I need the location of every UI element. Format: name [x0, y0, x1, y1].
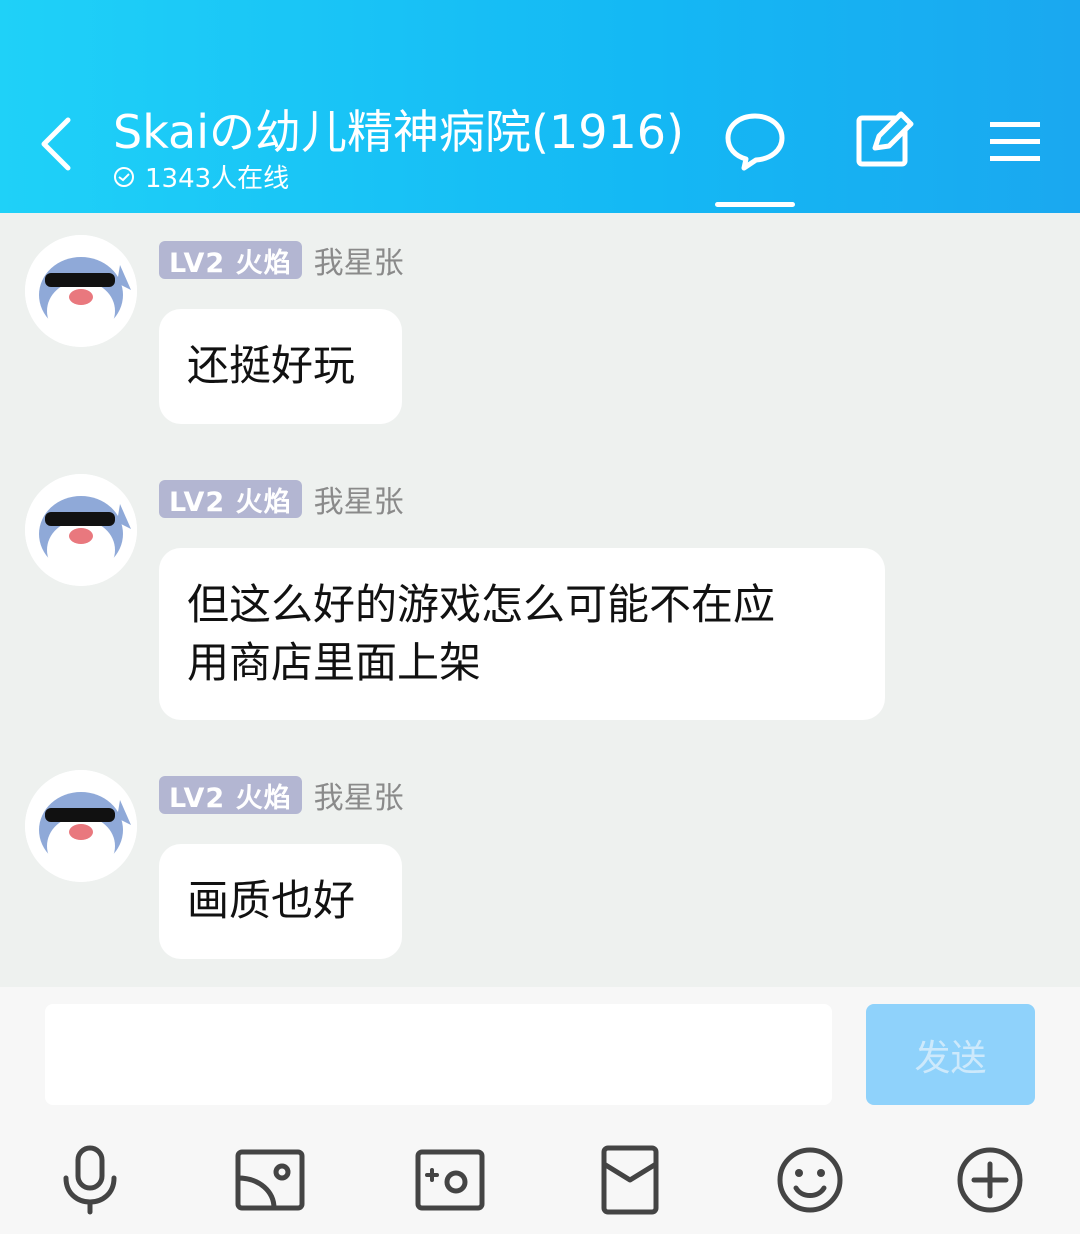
online-count-text: 1343人在线 — [145, 164, 290, 194]
active-tab-indicator — [715, 202, 795, 207]
message-meta: LV2 火焰 我星张 — [159, 238, 404, 282]
level-badge: LV2 火焰 — [159, 241, 302, 279]
message-bubble[interactable]: 但这么好的游戏怎么可能不在应 用商店里面上架 — [159, 548, 885, 720]
message-bubble[interactable]: 画质也好 — [159, 844, 402, 959]
camera-icon[interactable] — [410, 1140, 490, 1220]
microphone-icon[interactable] — [50, 1140, 130, 1220]
message-text-line: 但这么好的游戏怎么可能不在应 — [187, 580, 776, 629]
message-meta: LV2 火焰 我星张 — [159, 773, 404, 817]
avatar[interactable] — [25, 474, 137, 586]
message-meta: LV2 火焰 我星张 — [159, 477, 404, 521]
level-badge: LV2 火焰 — [159, 776, 302, 814]
username[interactable]: 我星张 — [314, 773, 404, 817]
online-count: 1343人在线 — [113, 158, 289, 195]
message-item: LV2 火焰 我星张 还挺好玩 — [0, 235, 1080, 435]
back-arrow-icon[interactable] — [36, 112, 96, 176]
online-check-icon — [114, 166, 134, 187]
message-input[interactable] — [45, 1004, 832, 1105]
plus-icon[interactable] — [950, 1140, 1030, 1220]
shark-avatar-icon — [25, 235, 137, 347]
username[interactable]: 我星张 — [314, 477, 404, 521]
edit-icon[interactable] — [853, 110, 915, 172]
message-item: LV2 火焰 我星张 画质也好 — [0, 770, 1080, 970]
message-text: 还挺好玩 — [187, 341, 356, 390]
menu-icon[interactable] — [984, 110, 1046, 172]
emoji-icon[interactable] — [770, 1140, 850, 1220]
message-item: LV2 火焰 我星张 但这么好的游戏怎么可能不在应 用商店里面上架 — [0, 474, 1080, 734]
chat-bubble-icon[interactable] — [724, 110, 786, 172]
chat-header: Skaiの幼儿精神病院(1916) 1343人在线 — [0, 0, 1080, 213]
shark-avatar-icon — [25, 474, 137, 586]
image-icon[interactable] — [230, 1140, 310, 1220]
level-badge: LV2 火焰 — [159, 480, 302, 518]
message-text: 画质也好 — [187, 876, 356, 925]
message-text-line: 用商店里面上架 — [187, 638, 482, 687]
avatar[interactable] — [25, 770, 137, 882]
send-button[interactable]: 发送 — [866, 1004, 1035, 1105]
message-bubble[interactable]: 还挺好玩 — [159, 309, 402, 424]
group-title: Skaiの幼儿精神病院(1916) — [113, 105, 684, 159]
shark-avatar-icon — [25, 770, 137, 882]
username[interactable]: 我星张 — [314, 238, 404, 282]
red-packet-icon[interactable] — [590, 1140, 670, 1220]
avatar[interactable] — [25, 235, 137, 347]
